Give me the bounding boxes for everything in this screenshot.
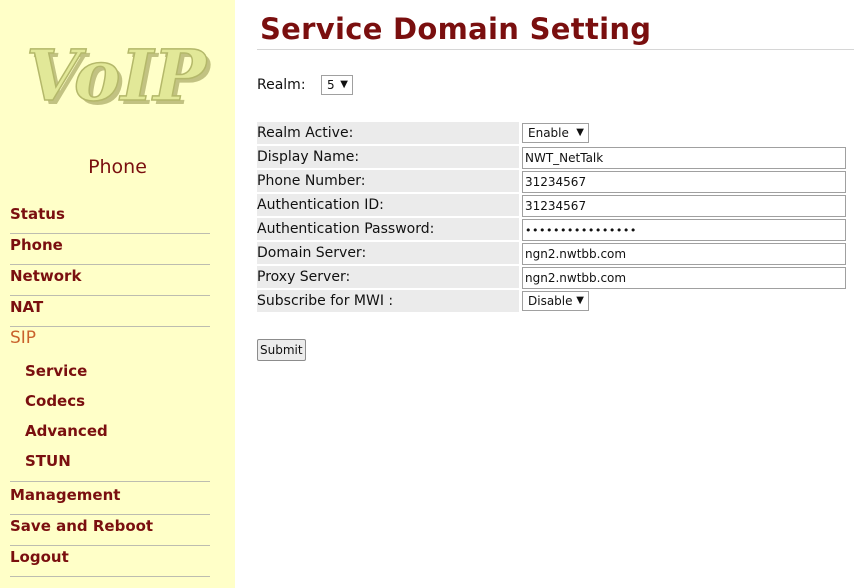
nav-sip[interactable]: SIP: [10, 327, 210, 358]
nav-sip-codecs[interactable]: Codecs: [25, 391, 85, 415]
nav-sip-advanced[interactable]: Advanced: [25, 421, 108, 445]
subscribe-mwi-label: Subscribe for MWI :: [257, 290, 519, 312]
nav-phone[interactable]: Phone: [10, 234, 210, 265]
auth-id-input[interactable]: [522, 195, 846, 217]
proxy-server-label: Proxy Server:: [257, 266, 519, 288]
realm-active-value: Enable: [528, 126, 569, 140]
svg-text:VoIP: VoIP: [26, 34, 208, 117]
realm-active-row: Realm Active: Enable ▼: [257, 122, 847, 145]
realm-active-label: Realm Active:: [257, 122, 519, 144]
sidebar: VoIP VoIP Phone Status Phone Network NAT…: [0, 0, 235, 588]
phone-number-row: Phone Number:: [257, 170, 847, 193]
realm-active-select[interactable]: Enable ▼: [522, 123, 589, 143]
domain-server-input[interactable]: [522, 243, 846, 265]
device-model-label: Phone: [88, 156, 147, 178]
auth-password-input[interactable]: [522, 219, 846, 241]
nav-network[interactable]: Network: [10, 265, 210, 296]
auth-password-row: Authentication Password:: [257, 218, 847, 241]
realm-select[interactable]: 5 ▼: [321, 75, 353, 95]
auth-id-label: Authentication ID:: [257, 194, 519, 216]
title-divider: [257, 49, 854, 50]
display-name-label: Display Name:: [257, 146, 519, 168]
domain-server-label: Domain Server:: [257, 242, 519, 264]
phone-number-label: Phone Number:: [257, 170, 519, 192]
dropdown-arrow-icon: ▼: [340, 79, 348, 90]
display-name-row: Display Name:: [257, 146, 847, 169]
nav-management[interactable]: Management: [10, 484, 210, 515]
submit-button[interactable]: Submit: [257, 339, 306, 361]
realm-label: Realm:: [257, 77, 306, 93]
subscribe-mwi-value: Disable: [528, 294, 573, 308]
subscribe-mwi-row: Subscribe for MWI : Disable ▼: [257, 290, 847, 313]
dropdown-arrow-icon: ▼: [576, 127, 584, 138]
nav-status[interactable]: Status: [10, 203, 210, 234]
nav-nat[interactable]: NAT: [10, 296, 210, 327]
display-name-input[interactable]: [522, 147, 846, 169]
auth-id-row: Authentication ID:: [257, 194, 847, 217]
nav-sip-stun[interactable]: STUN: [25, 451, 71, 475]
nav-sip-service[interactable]: Service: [25, 361, 87, 385]
nav-logout[interactable]: Logout: [10, 546, 210, 577]
phone-number-input[interactable]: [522, 171, 846, 193]
page-title: Service Domain Setting: [260, 12, 652, 46]
proxy-server-input[interactable]: [522, 267, 846, 289]
proxy-server-row: Proxy Server:: [257, 266, 847, 289]
realm-select-value: 5: [327, 78, 335, 92]
domain-server-row: Domain Server:: [257, 242, 847, 265]
voip-logo: VoIP VoIP: [25, 33, 212, 117]
subscribe-mwi-select[interactable]: Disable ▼: [522, 291, 589, 311]
nav-save-reboot[interactable]: Save and Reboot: [10, 515, 210, 546]
auth-password-label: Authentication Password:: [257, 218, 519, 240]
dropdown-arrow-icon: ▼: [576, 295, 584, 306]
